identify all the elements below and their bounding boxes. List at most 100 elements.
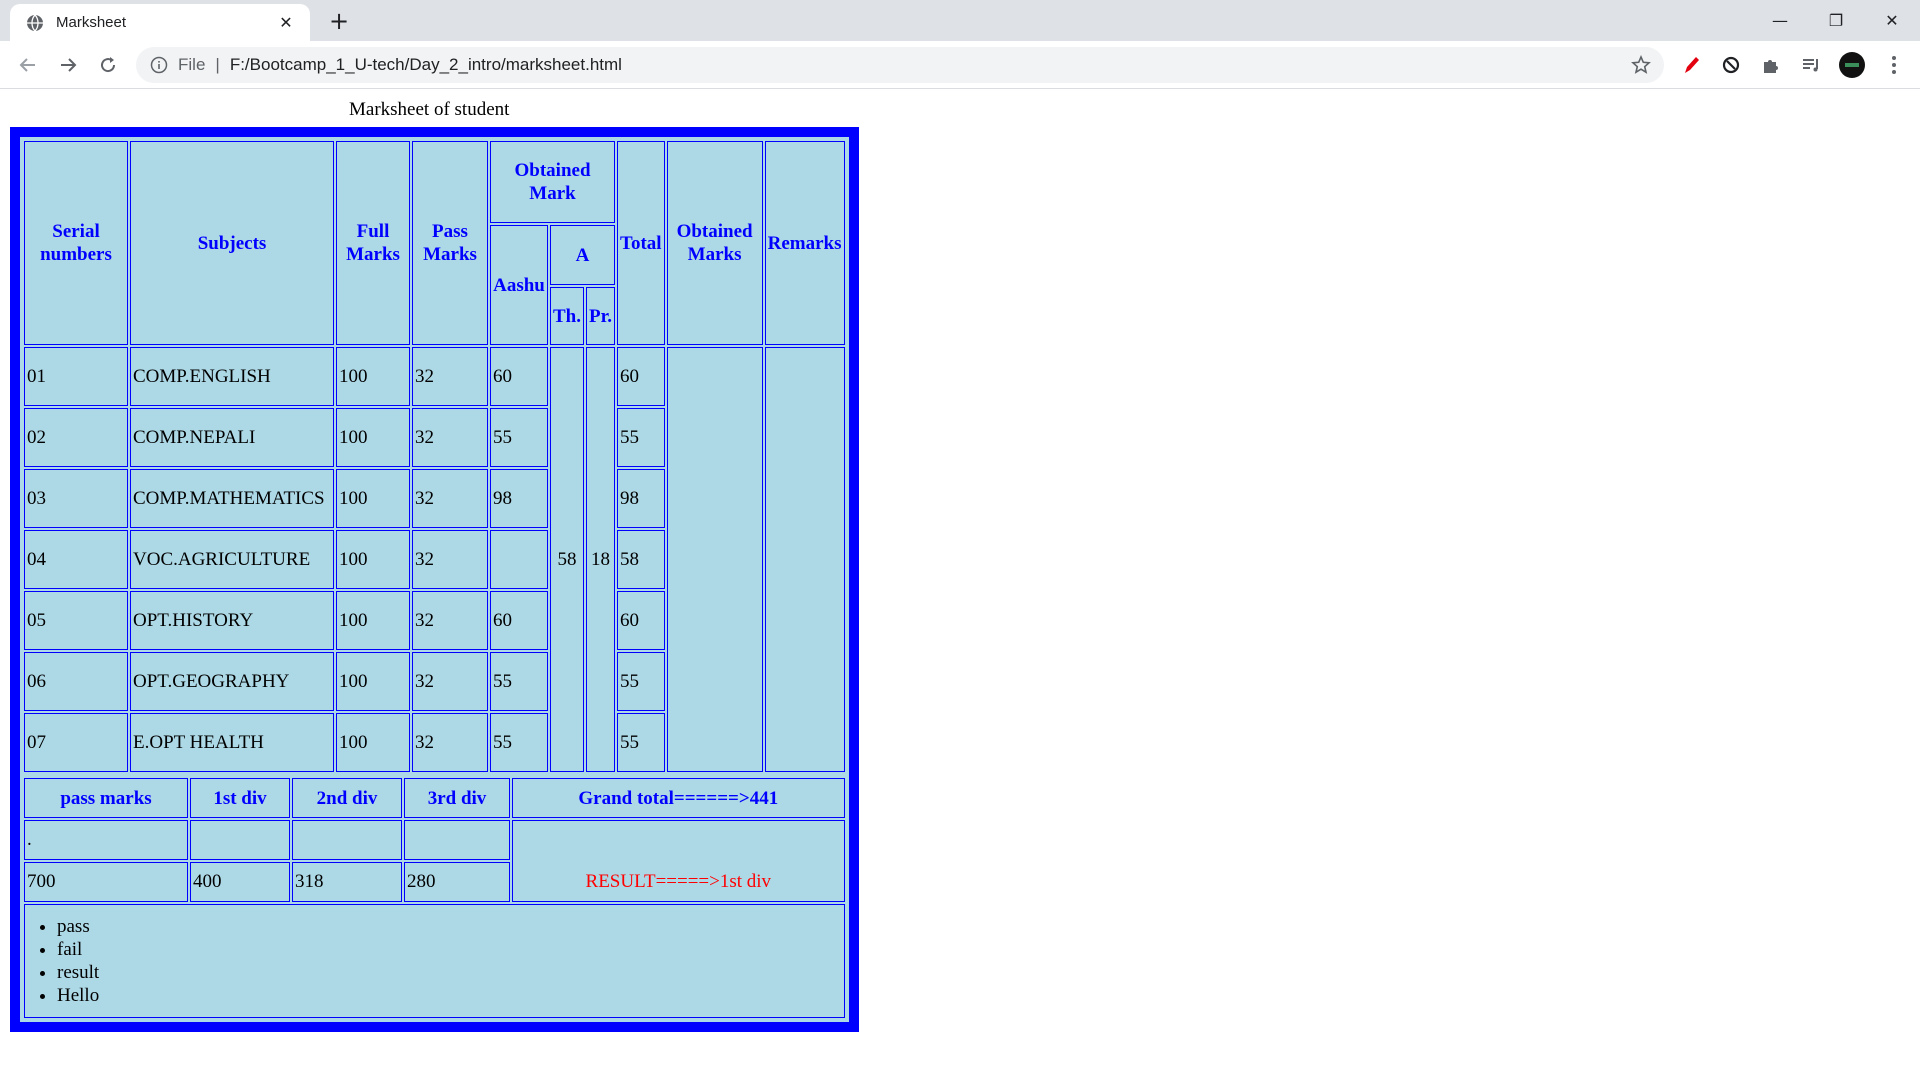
summary-section: pass marks 1st div 2nd div 3rd div Grand…	[22, 776, 847, 1020]
header-obtained-mark: Obtained Mark	[490, 141, 616, 223]
close-tab-icon[interactable]: ✕	[276, 13, 296, 32]
list-item: pass	[57, 915, 842, 938]
blank-cell	[292, 820, 402, 860]
pass-marks-cell: 32	[412, 530, 488, 589]
summary-header-pass-marks: pass marks	[24, 778, 188, 818]
aashu-cell: 55	[490, 652, 548, 711]
restore-icon[interactable]: ❐	[1808, 0, 1864, 41]
header-th: Th.	[550, 287, 584, 345]
header-a: A	[550, 225, 616, 285]
tab-title: Marksheet	[56, 14, 127, 31]
aashu-cell: 60	[490, 591, 548, 650]
full-marks-cell: 100	[336, 591, 410, 650]
page-viewport: Marksheet of student Serial numbers Subj…	[0, 89, 1920, 1080]
header-remarks: Remarks	[764, 141, 845, 345]
header-aashu: Aashu	[490, 225, 548, 345]
header-full-marks: Full Marks	[336, 141, 410, 345]
full-marks-cell: 100	[336, 530, 410, 589]
reload-icon[interactable]	[92, 49, 124, 81]
extensions-puzzle-icon[interactable]	[1757, 51, 1785, 79]
summary-header-1st-div: 1st div	[190, 778, 290, 818]
forward-icon[interactable]	[52, 49, 84, 81]
browser-toolbar: File | F:/Bootcamp_1_U-tech/Day_2_intro/…	[0, 41, 1920, 89]
aashu-cell: 60	[490, 347, 548, 406]
subject-cell: COMP.NEPALI	[130, 408, 334, 467]
subject-cell: COMP.ENGLISH	[130, 347, 334, 406]
agriculture-practical-cell: 18	[586, 347, 616, 772]
aashu-cell: 55	[490, 408, 548, 467]
pass-marks-cell: 32	[412, 591, 488, 650]
subject-cell: E.OPT HEALTH	[130, 713, 334, 772]
back-icon[interactable]	[12, 49, 44, 81]
total-cell: 60	[617, 347, 665, 406]
agriculture-theory-cell: 58	[550, 347, 584, 772]
second-div-cell: 318	[292, 862, 402, 902]
address-scheme: File	[178, 55, 206, 74]
summary-header-3rd-div: 3rd div	[404, 778, 510, 818]
aashu-cell: 98	[490, 469, 548, 528]
serial-cell: 03	[24, 469, 128, 528]
bookmark-star-icon[interactable]	[1630, 54, 1652, 76]
total-cell: 60	[617, 591, 665, 650]
pass-marks-cell: 32	[412, 347, 488, 406]
pass-marks-cell: 32	[412, 713, 488, 772]
header-subjects: Subjects	[130, 141, 334, 345]
result-cell: RESULT=====>1st div	[512, 820, 845, 902]
total-cell: 98	[617, 469, 665, 528]
grand-total: Grand total======>441	[512, 778, 845, 818]
table-row: 01 COMP.ENGLISH 100 32 60 58 18 60	[24, 347, 845, 772]
pass-marks-cell: 32	[412, 408, 488, 467]
serial-cell: 02	[24, 408, 128, 467]
blank-cell: .	[24, 820, 188, 860]
tab-strip: Marksheet ✕ + — ❐ ✕	[0, 0, 1920, 41]
new-tab-button[interactable]: +	[326, 8, 352, 34]
blank-cell	[190, 820, 290, 860]
list-item: Hello	[57, 984, 842, 1007]
table-caption: Marksheet of student	[349, 99, 510, 120]
address-bar[interactable]: File | F:/Bootcamp_1_U-tech/Day_2_intro/…	[136, 47, 1664, 83]
header-obtained-marks: Obtained Marks	[666, 141, 763, 345]
header-pass-marks: Pass Marks	[412, 141, 488, 345]
menu-kebab-icon[interactable]	[1880, 51, 1908, 79]
serial-cell: 01	[24, 347, 128, 406]
summary-table: pass marks 1st div 2nd div 3rd div Grand…	[22, 776, 847, 1020]
full-marks-cell: 100	[336, 408, 410, 467]
tab-marksheet[interactable]: Marksheet ✕	[10, 4, 310, 41]
full-marks-cell: 100	[336, 652, 410, 711]
minimize-icon[interactable]: —	[1752, 0, 1808, 41]
list-item: fail	[57, 938, 842, 961]
notes-cell: pass fail result Hello	[24, 904, 845, 1018]
serial-cell: 05	[24, 591, 128, 650]
pass-marks-cell: 32	[412, 652, 488, 711]
serial-cell: 06	[24, 652, 128, 711]
aashu-cell: 55	[490, 713, 548, 772]
subject-cell: VOC.AGRICULTURE	[130, 530, 334, 589]
obtained-marks-cell	[666, 347, 763, 772]
third-div-cell: 280	[404, 862, 510, 902]
notes-list: pass fail result Hello	[27, 915, 842, 1007]
profile-avatar-icon[interactable]	[1838, 51, 1866, 79]
summary-header-2nd-div: 2nd div	[292, 778, 402, 818]
subject-cell: OPT.HISTORY	[130, 591, 334, 650]
list-item: result	[57, 961, 842, 984]
globe-icon	[26, 14, 44, 32]
full-marks-cell: 100	[336, 713, 410, 772]
address-separator: |	[215, 55, 220, 74]
sync-extension-icon[interactable]	[1717, 51, 1745, 79]
first-div-cell: 400	[190, 862, 290, 902]
info-icon[interactable]	[150, 56, 168, 74]
close-window-icon[interactable]: ✕	[1864, 0, 1920, 41]
pass-marks-cell: 32	[412, 469, 488, 528]
address-url[interactable]: F:/Bootcamp_1_U-tech/Day_2_intro/markshe…	[230, 55, 1630, 75]
header-pr: Pr.	[586, 287, 616, 345]
media-playlist-icon[interactable]	[1797, 51, 1825, 79]
total-cell: 55	[617, 408, 665, 467]
subject-cell: OPT.GEOGRAPHY	[130, 652, 334, 711]
header-total: Total	[617, 141, 665, 345]
marksheet-table: Serial numbers Subjects Full Marks Pass …	[10, 127, 859, 1032]
pen-extension-icon[interactable]	[1677, 51, 1705, 79]
full-marks-cell: 100	[336, 347, 410, 406]
header-serial: Serial numbers	[24, 141, 128, 345]
subject-cell: COMP.MATHEMATICS	[130, 469, 334, 528]
aashu-cell	[490, 530, 548, 589]
